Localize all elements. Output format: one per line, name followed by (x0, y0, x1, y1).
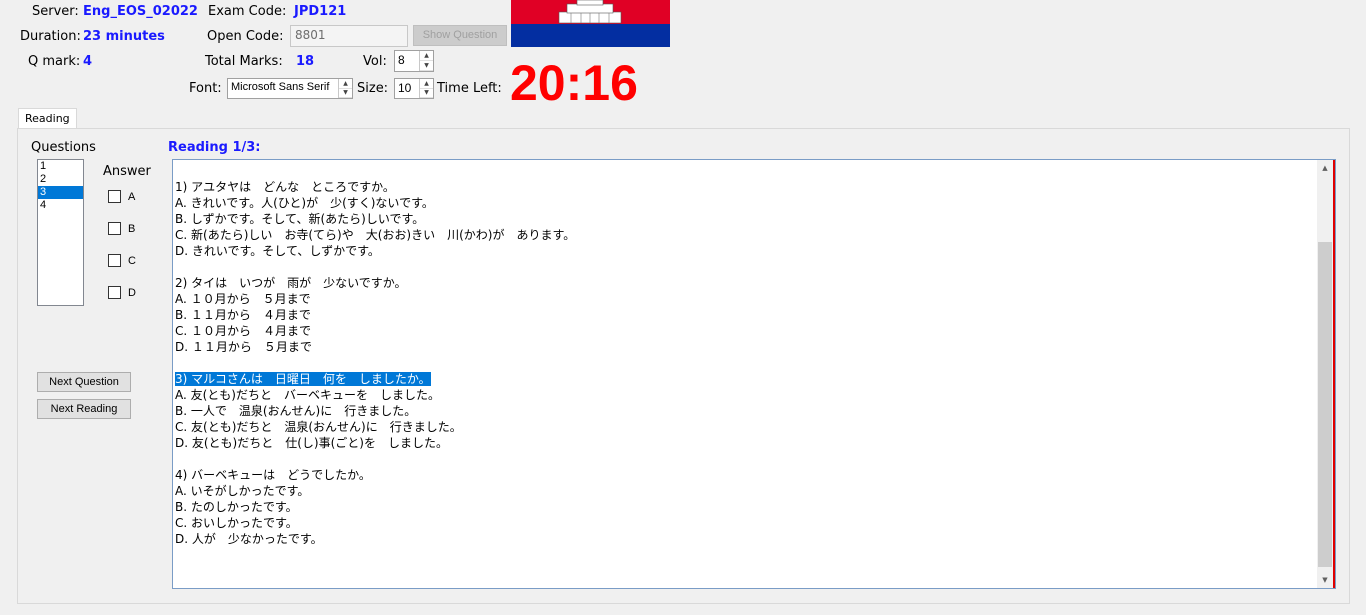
answer-checkbox-b[interactable]: B (108, 222, 135, 235)
spin-down-icon[interactable]: ▼ (420, 61, 433, 71)
qmark-value: 4 (83, 54, 93, 69)
show-question-button[interactable]: Show Question (413, 25, 507, 46)
answer-label-d: D (128, 286, 136, 299)
reading-line: C. 友(とも)だちと 温泉(おんせん)に 行きました。 (175, 420, 462, 434)
volume-stepper[interactable]: 8 ▲ ▼ (394, 50, 434, 72)
font-selector[interactable]: Microsoft Sans Serif ▲ ▼ (227, 78, 353, 99)
checkbox-icon[interactable] (108, 286, 121, 299)
volume-stepper-arrows[interactable]: ▲ ▼ (419, 51, 433, 71)
selected-text: 3) マルコさんは 日曜日 何を しましたか。 (175, 372, 431, 386)
cambodia-flag-icon (511, 0, 670, 47)
spin-up-icon[interactable]: ▲ (339, 79, 352, 89)
open-code-input[interactable]: 8801 (290, 25, 408, 47)
reading-line: C. 新(あたら)しい お寺(てら)や 大(おお)きい 川(かわ)が あります。 (175, 228, 576, 242)
reading-content: 1) アユタヤは どんな ところですか。 A. きれいです。人(ひと)が 少(すく… (175, 163, 1315, 547)
checkbox-icon[interactable] (108, 254, 121, 267)
reading-line: B. １１月から ４月まで (175, 308, 311, 322)
answer-label: Answer (103, 164, 151, 179)
scroll-down-icon[interactable]: ▼ (1317, 574, 1333, 586)
answer-checkbox-d[interactable]: D (108, 286, 136, 299)
questions-list[interactable]: 1 2 3 4 (37, 159, 84, 306)
tab-reading[interactable]: Reading (18, 108, 77, 129)
list-item[interactable]: 4 (38, 199, 83, 212)
checkbox-icon[interactable] (108, 190, 121, 203)
size-stepper[interactable]: 10 ▲ ▼ (394, 78, 434, 99)
reading-line: D. 人が 少なかったです。 (175, 532, 323, 546)
answer-label-c: C (128, 254, 136, 267)
open-code-label: Open Code: (207, 29, 284, 44)
next-reading-button[interactable]: Next Reading (37, 399, 131, 419)
answer-label-a: A (128, 190, 136, 203)
size-label: Size: (357, 81, 389, 96)
font-label: Font: (189, 81, 222, 96)
duration-label: Duration: (20, 29, 81, 44)
total-marks-label: Total Marks: (205, 54, 283, 69)
scroll-up-icon[interactable]: ▲ (1317, 162, 1333, 174)
reading-line: A. きれいです。人(ひと)が 少(すく)ないです。 (175, 196, 434, 210)
reading-line: D. 友(とも)だちと 仕(し)事(ごと)を しました。 (175, 436, 448, 450)
reading-line: 4) バーベキューは どうでしたか。 (175, 468, 371, 482)
answer-checkbox-c[interactable]: C (108, 254, 136, 267)
spin-down-icon[interactable]: ▼ (339, 89, 352, 98)
reading-line: D. きれいです。そして、しずかです。 (175, 244, 380, 258)
exam-code-value: JPD121 (294, 4, 347, 19)
vol-label: Vol: (363, 54, 387, 69)
answer-label-b: B (128, 222, 136, 235)
reading-line: A. 友(とも)だちと バーベキューを しました。 (175, 388, 440, 402)
reading-line (175, 451, 1315, 467)
volume-value: 8 (398, 53, 405, 67)
reading-line (175, 163, 1315, 179)
reading-title: Reading 1/3: (168, 140, 261, 155)
size-stepper-arrows[interactable]: ▲ ▼ (419, 79, 433, 98)
time-left-timer: 20:16 (510, 55, 638, 111)
scrollbar-thumb[interactable] (1318, 242, 1332, 567)
reading-line: B. たのしかったです。 (175, 500, 298, 514)
server-label: Server: (32, 4, 79, 19)
time-left-label: Time Left: (437, 81, 502, 96)
checkbox-icon[interactable] (108, 222, 121, 235)
exam-code-label: Exam Code: (208, 4, 287, 19)
size-value: 10 (398, 81, 412, 95)
spin-up-icon[interactable]: ▲ (420, 79, 433, 89)
duration-value: 23 minutes (83, 29, 165, 44)
font-value: Microsoft Sans Serif (231, 81, 330, 93)
list-item[interactable]: 3 (38, 186, 83, 199)
reading-line: 1) アユタヤは どんな ところですか。 (175, 180, 395, 194)
reading-line: D. １１月から ５月まで (175, 340, 312, 354)
spin-down-icon[interactable]: ▼ (420, 89, 433, 98)
reading-line: C. おいしかったです。 (175, 516, 298, 530)
reading-line: B. しずかです。そして、新(あたら)しいです。 (175, 212, 425, 226)
reading-border-accent (1333, 160, 1335, 588)
reading-line (175, 355, 1315, 371)
font-selector-arrows[interactable]: ▲ ▼ (338, 79, 352, 98)
qmark-label: Q mark: (28, 54, 81, 69)
reading-line (175, 259, 1315, 275)
list-item[interactable]: 1 (38, 160, 83, 173)
reading-line: 3) マルコさんは 日曜日 何を しましたか。 (175, 371, 1315, 387)
reading-line: 2) タイは いつが 雨が 少ないですか。 (175, 276, 407, 290)
next-question-button[interactable]: Next Question (37, 372, 131, 392)
server-value: Eng_EOS_02022 (83, 4, 198, 19)
spin-up-icon[interactable]: ▲ (420, 51, 433, 61)
answer-checkbox-a[interactable]: A (108, 190, 135, 203)
questions-label: Questions (31, 140, 96, 155)
reading-line: A. １０月から ５月まで (175, 292, 311, 306)
reading-line: C. １０月から ４月まで (175, 324, 312, 338)
total-marks-value: 18 (296, 54, 315, 69)
reading-scrollbar[interactable]: ▲ ▼ (1317, 160, 1333, 588)
list-item[interactable]: 2 (38, 173, 83, 186)
reading-line: A. いそがしかったです。 (175, 484, 310, 498)
reading-textbox[interactable]: 1) アユタヤは どんな ところですか。 A. きれいです。人(ひと)が 少(すく… (172, 159, 1336, 589)
reading-line: B. 一人で 温泉(おんせん)に 行きました。 (175, 404, 417, 418)
